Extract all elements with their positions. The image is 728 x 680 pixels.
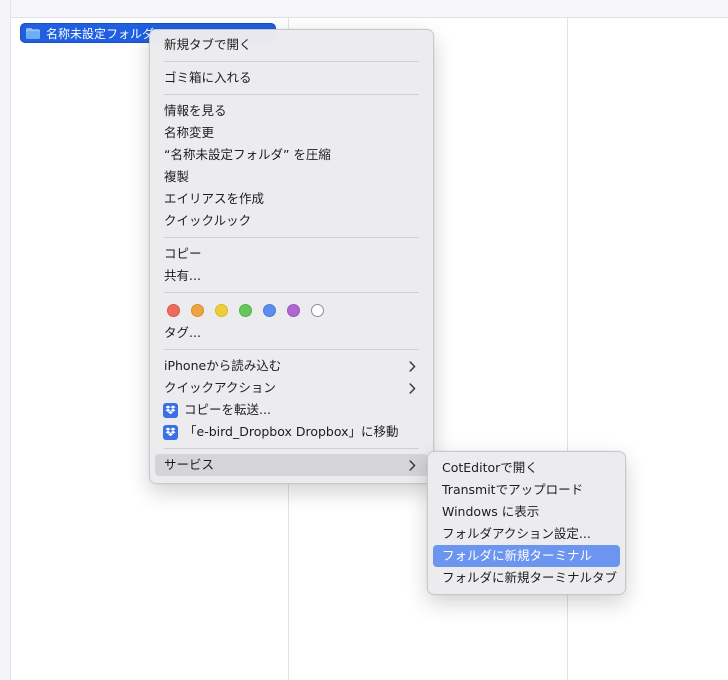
menu-separator [164,292,419,293]
menu-item-import-from-iphone[interactable]: iPhoneから読み込む [155,355,428,377]
services-item-folder-actions[interactable]: フォルダアクション設定... [433,523,620,545]
menu-item-share[interactable]: 共有... [155,265,428,287]
menu-item-move-to-trash[interactable]: ゴミ箱に入れる [155,67,428,89]
tag-blue-dot[interactable] [263,303,276,317]
finder-header-bar [0,0,728,18]
chevron-right-icon [409,454,416,476]
tag-yellow-dot[interactable] [215,303,228,317]
menu-separator [164,237,419,238]
menu-item-make-alias[interactable]: エイリアスを作成 [155,188,428,210]
services-item-transmit-upload[interactable]: Transmitでアップロード [433,479,620,501]
finder-window: 名称未設定フォルダ 新規タブで開く ゴミ箱に入れる 情報を見る 名称変更 “名称… [0,0,728,680]
menu-item-compress[interactable]: “名称未設定フォルダ” を圧縮 [155,144,428,166]
context-menu: 新規タブで開く ゴミ箱に入れる 情報を見る 名称変更 “名称未設定フォルダ” を… [149,29,434,484]
services-item-new-terminal[interactable]: フォルダに新規ターミナル [433,545,620,567]
menu-item-rename[interactable]: 名称変更 [155,122,428,144]
menu-item-quick-actions[interactable]: クイックアクション [155,377,428,399]
folder-icon [26,27,40,39]
services-item-coteditor[interactable]: CotEditorで開く [433,457,620,479]
menu-item-get-info[interactable]: 情報を見る [155,100,428,122]
dropbox-icon [163,424,178,440]
menu-item-move-to-dropbox[interactable]: 「e-bird_Dropbox Dropbox」に移動 [155,421,428,443]
tag-red-dot[interactable] [167,303,180,317]
menu-separator [164,349,419,350]
menu-item-quick-look[interactable]: クイックルック [155,210,428,232]
sidebar-edge [0,0,11,680]
menu-item-label: iPhoneから読み込む [164,358,282,373]
tag-gray-dot[interactable] [311,303,324,317]
folder-name-label: 名称未設定フォルダ [46,26,155,41]
dropbox-icon [163,402,178,418]
menu-item-send-copy[interactable]: コピーを転送... [155,399,428,421]
menu-separator [164,448,419,449]
tag-color-row [155,298,428,322]
tag-orange-dot[interactable] [191,303,204,317]
menu-item-duplicate[interactable]: 複製 [155,166,428,188]
menu-item-label: クイックアクション [164,380,276,395]
menu-item-tags[interactable]: タグ... [155,322,428,344]
menu-item-services[interactable]: サービス [155,454,428,476]
menu-separator [164,61,419,62]
menu-separator [164,94,419,95]
services-submenu: CotEditorで開く Transmitでアップロード Windows に表示… [427,451,626,595]
menu-item-label: コピーを転送... [184,402,271,417]
tag-purple-dot[interactable] [287,303,300,317]
menu-item-copy[interactable]: コピー [155,243,428,265]
menu-item-label: 「e-bird_Dropbox Dropbox」に移動 [184,424,399,439]
tag-green-dot[interactable] [239,303,252,317]
chevron-right-icon [409,355,416,377]
services-item-show-in-windows[interactable]: Windows に表示 [433,501,620,523]
chevron-right-icon [409,377,416,399]
menu-item-open-new-tab[interactable]: 新規タブで開く [155,34,428,56]
services-item-new-terminal-tab[interactable]: フォルダに新規ターミナルタブ [433,567,620,589]
menu-item-label: サービス [164,457,215,472]
